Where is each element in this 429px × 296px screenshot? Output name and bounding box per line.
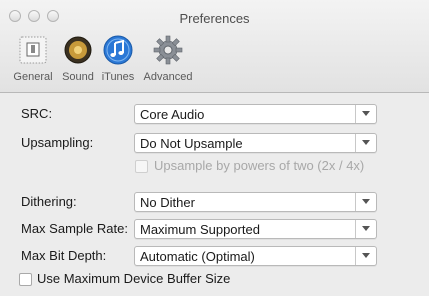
popup-arrow-icon [355, 193, 376, 211]
max-sample-rate-label: Max Sample Rate: [21, 221, 128, 236]
toolbar-advanced[interactable]: Advanced [139, 31, 197, 87]
toolbar-advanced-label: Advanced [143, 71, 193, 83]
max-buffer-checkbox[interactable] [19, 273, 32, 286]
src-label: SRC: [21, 106, 53, 121]
upsampling-value: Do Not Upsample [140, 136, 243, 151]
max-bit-depth-popup[interactable]: Automatic (Optimal) [134, 246, 377, 266]
max-sample-rate-popup[interactable]: Maximum Supported [134, 219, 377, 239]
switch-icon [17, 34, 49, 66]
upsample-powers-checkbox[interactable] [135, 160, 148, 173]
toolbar-general-label: General [13, 71, 53, 83]
max-sample-rate-value: Maximum Supported [140, 222, 260, 237]
src-popup[interactable]: Core Audio [134, 104, 377, 124]
max-bit-depth-value: Automatic (Optimal) [140, 249, 255, 264]
toolbar-sound[interactable]: Sound [57, 31, 99, 87]
toolbar-itunes-label: iTunes [101, 71, 135, 83]
popup-arrow-icon [355, 105, 376, 123]
preferences-window: Preferences General Sound iTunes Advance… [0, 0, 429, 296]
music-note-icon [102, 34, 134, 66]
popup-arrow-icon [355, 220, 376, 238]
dithering-label: Dithering: [21, 194, 77, 209]
upsample-powers-label: Upsample by powers of two (2x / 4x) [154, 158, 365, 173]
speaker-icon [62, 34, 94, 66]
toolbar-itunes[interactable]: iTunes [98, 31, 138, 87]
max-bit-depth-label: Max Bit Depth: [21, 248, 107, 263]
window-title: Preferences [179, 11, 250, 26]
upsampling-popup[interactable]: Do Not Upsample [134, 133, 377, 153]
toolbar-general[interactable]: General [11, 31, 55, 87]
title-bar: Preferences General Sound iTunes Advance… [0, 0, 429, 93]
gear-icon [152, 34, 184, 66]
src-value: Core Audio [140, 107, 205, 122]
toolbar-sound-label: Sound [62, 71, 94, 83]
popup-arrow-icon [355, 134, 376, 152]
popup-arrow-icon [355, 247, 376, 265]
dithering-popup[interactable]: No Dither [134, 192, 377, 212]
max-buffer-label: Use Maximum Device Buffer Size [37, 271, 231, 286]
dithering-value: No Dither [140, 195, 195, 210]
upsampling-label: Upsampling: [21, 135, 94, 150]
